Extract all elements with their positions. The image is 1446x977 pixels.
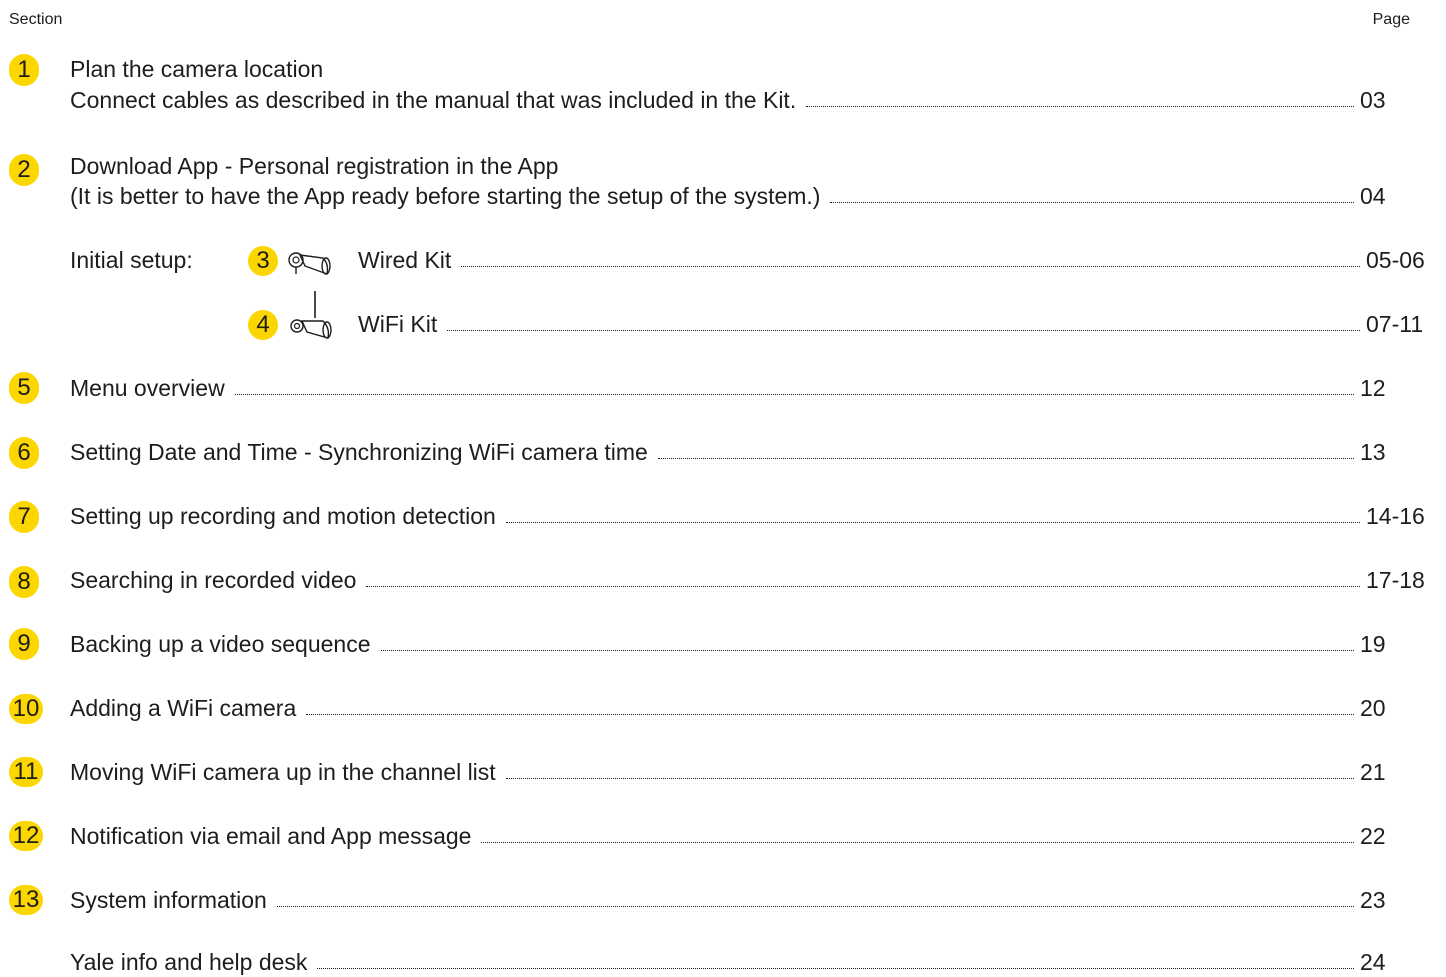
toc-entry-page: 20 [1360,695,1386,721]
wifi-camera-icon [290,291,332,339]
toc-entry[interactable]: Connect cables as described in the manua… [70,84,1436,114]
dot-leader [505,778,1354,779]
toc-entry-page: 14-16 [1366,503,1425,529]
dot-leader [234,394,1354,395]
section-number-badge: 12 [9,821,43,851]
toc-entry[interactable]: Yale info and help desk 24 [70,946,1436,976]
section-heading: Plan the camera location [70,56,324,82]
dot-leader [317,968,1354,969]
toc-entry-page: 04 [1360,183,1386,209]
toc-entry-page: 03 [1360,87,1386,113]
toc-entry[interactable]: Notification via email and App message 2… [70,820,1436,850]
dot-leader [276,906,1354,907]
section-column-header: Section [9,11,63,28]
toc-entry[interactable]: Searching in recorded video 17-18 [70,564,1442,594]
toc-entry-title: Moving WiFi camera up in the channel lis… [70,759,496,785]
toc-entry-page: 12 [1360,375,1386,401]
page-column-header: Page [1372,11,1410,28]
toc-entry-title: WiFi Kit [358,311,438,337]
section-number-badge: 1 [9,54,39,86]
section-number-badge: 8 [9,566,39,598]
toc-entry[interactable]: Backing up a video sequence 19 [70,628,1436,658]
toc-entry[interactable]: System information 23 [70,884,1436,914]
toc-entry-page: 07-11 [1366,311,1424,337]
toc-entry-page: 13 [1360,439,1386,465]
toc-entry-page: 21 [1360,759,1386,785]
section-number-badge: 11 [9,757,43,787]
section-number-badge: 9 [9,628,39,660]
section-heading: Download App - Personal registration in … [70,153,559,179]
toc-entry-page: 23 [1360,887,1386,913]
toc-entry-title: Notification via email and App message [70,823,472,849]
toc-entry[interactable]: Adding a WiFi camera 20 [70,692,1436,722]
toc-entry-title: (It is better to have the App ready befo… [70,183,821,209]
toc-entry-title: Setting Date and Time - Synchronizing Wi… [70,439,648,465]
section-number-badge: 10 [9,694,43,724]
toc-entry-title: Adding a WiFi camera [70,695,297,721]
dot-leader [481,842,1354,843]
toc-entry-title: Searching in recorded video [70,567,357,593]
toc-entry-title: Connect cables as described in the manua… [70,87,797,113]
toc-entry[interactable]: (It is better to have the App ready befo… [70,180,1436,210]
toc-entry-title: Yale info and help desk [70,949,308,975]
toc-entry-page: 24 [1360,949,1386,975]
toc-entry-title: Wired Kit [358,247,452,273]
dot-leader [830,202,1354,203]
toc-entry-title: Menu overview [70,375,225,401]
section-number-badge: 6 [9,437,39,469]
toc-entry-title: System information [70,887,267,913]
toc-entry[interactable]: Setting Date and Time - Synchronizing Wi… [70,436,1436,466]
section-number-badge: 7 [9,501,39,533]
toc-entry[interactable]: Wired Kit 05-06 [358,244,1442,274]
toc-entry-title: Backing up a video sequence [70,631,371,657]
dot-leader [380,650,1354,651]
toc-entry[interactable]: WiFi Kit 07-11 [358,308,1442,338]
toc-entry[interactable]: Moving WiFi camera up in the channel lis… [70,756,1436,786]
dot-leader [306,714,1354,715]
section-number-badge: 3 [248,246,278,276]
dot-leader [447,330,1360,331]
toc-entry-page: 22 [1360,823,1386,849]
toc-entry[interactable]: Menu overview 12 [70,372,1436,402]
dot-leader [461,266,1360,267]
section-number-badge: 2 [9,154,39,186]
dot-leader [366,586,1360,587]
initial-setup-label: Initial setup: [70,247,193,273]
dot-leader [806,106,1354,107]
toc-entry[interactable]: Setting up recording and motion detectio… [70,500,1442,530]
dot-leader [505,522,1360,523]
toc-entry-page: 05-06 [1366,247,1425,273]
toc-entry-page: 19 [1360,631,1386,657]
wired-camera-icon [288,252,331,275]
section-number-badge: 5 [9,372,39,404]
dot-leader [657,458,1354,459]
section-number-badge: 4 [248,310,278,340]
toc-entry-title: Setting up recording and motion detectio… [70,503,496,529]
toc-entry-page: 17-18 [1366,567,1425,593]
section-number-badge: 13 [9,885,43,915]
